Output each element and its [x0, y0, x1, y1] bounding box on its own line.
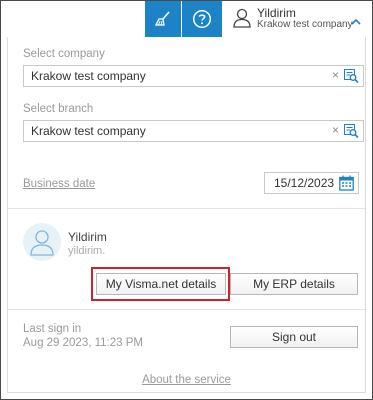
user-menu-window: Yildirim Krakow test company Select comp… [0, 0, 373, 400]
user-menu-panel: Select company Krakow test company × Sel… [7, 37, 366, 393]
divider [8, 208, 365, 209]
user-menu-toggle[interactable]: Yildirim Krakow test company [222, 1, 372, 37]
user-icon [30, 230, 54, 256]
my-erp-details-button[interactable]: My ERP details [230, 273, 358, 295]
last-sign-in-value: Aug 29 2023, 11:23 PM [23, 337, 143, 349]
profile-id: yildirim. [68, 245, 106, 257]
calendar-icon[interactable] [339, 175, 354, 196]
profile-name: Yildirim [68, 230, 107, 244]
company-value: Krakow test company [31, 69, 146, 83]
business-date-value: 15/12/2023 [274, 176, 335, 190]
business-date-field[interactable]: 15/12/2023 [264, 172, 359, 194]
broom-button[interactable] [145, 1, 181, 37]
top-bar-spacer [1, 1, 145, 37]
profile-avatar [23, 223, 61, 261]
about-service-link[interactable]: About the service [8, 374, 365, 386]
branch-label: Select branch [23, 103, 94, 115]
user-icon [232, 7, 252, 34]
my-visma-details-button[interactable]: My Visma.net details [96, 273, 226, 295]
branch-value: Krakow test company [31, 124, 146, 138]
divider [8, 309, 365, 310]
company-clear-icon[interactable]: × [332, 68, 339, 82]
header-user-company: Krakow test company [257, 19, 353, 30]
last-sign-in-label: Last sign in [23, 323, 82, 335]
broom-icon [154, 11, 170, 26]
branch-clear-icon[interactable]: × [332, 123, 339, 137]
company-label: Select company [23, 48, 105, 60]
company-select[interactable]: Krakow test company × [23, 65, 364, 87]
help-icon [192, 9, 212, 29]
sign-out-button[interactable]: Sign out [230, 326, 358, 348]
top-bar: Yildirim Krakow test company [1, 1, 372, 37]
branch-lookup-icon[interactable] [344, 124, 359, 143]
business-date-link[interactable]: Business date [23, 178, 95, 190]
chevron-up-icon [351, 13, 361, 31]
header-user-name: Yildirim [257, 6, 296, 20]
company-lookup-icon[interactable] [344, 69, 359, 88]
branch-select[interactable]: Krakow test company × [23, 120, 364, 142]
help-button[interactable] [182, 1, 222, 37]
